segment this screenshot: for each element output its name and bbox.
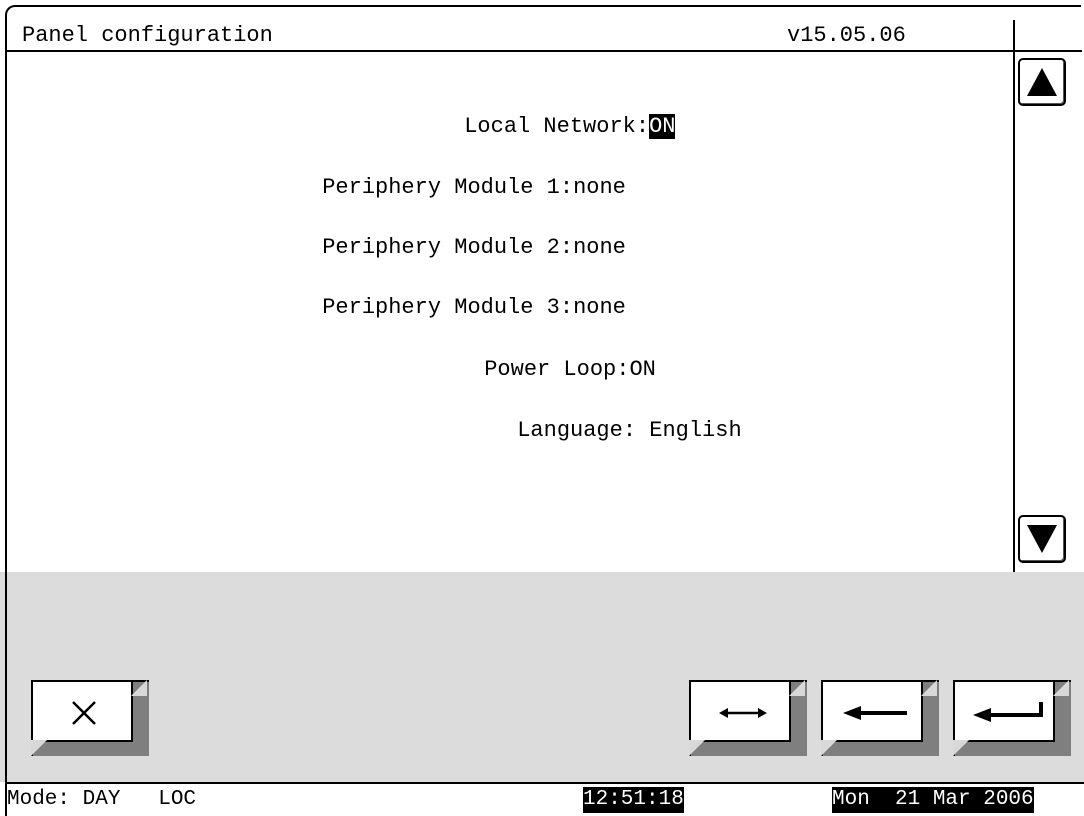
setting-value-selected[interactable]: ON	[649, 114, 676, 139]
title-bar: Panel configuration v15.05.06	[7, 20, 1082, 52]
setting-label: Local Network:	[464, 114, 650, 139]
scroll-up-button[interactable]	[1018, 58, 1066, 106]
clock-time: 12:51:18	[583, 787, 684, 813]
mode-status: Mode: DAY LOC	[7, 788, 197, 811]
soft-key-panel	[0, 572, 1084, 782]
toggle-button[interactable]	[689, 680, 807, 756]
setting-periphery-module-1[interactable]: Periphery Module 1:none	[243, 146, 626, 200]
title-divider	[1013, 20, 1015, 53]
status-bar: Mode: DAY LOC 12:51:18 Mon 21 Mar 2006	[7, 782, 1084, 816]
triangle-up-icon	[1027, 68, 1057, 96]
setting-value: none	[573, 235, 626, 260]
double-arrow-icon	[719, 708, 767, 718]
cancel-button[interactable]	[31, 680, 149, 756]
left-edge-line	[5, 572, 7, 816]
setting-periphery-module-2[interactable]: Periphery Module 2:none	[243, 206, 626, 260]
setting-value: none	[573, 175, 626, 200]
setting-label: Periphery Module 2:	[322, 235, 574, 260]
left-arrow-icon	[843, 706, 907, 720]
settings-list: Local Network:ON Periphery Module 1:none…	[7, 54, 1013, 572]
triangle-down-icon	[1027, 525, 1057, 553]
panel-screen: Panel configuration v15.05.06 Local Netw…	[0, 0, 1084, 816]
clock-date: Mon 21 Mar 2006	[832, 787, 1034, 813]
setting-label: Power Loop:	[484, 357, 630, 382]
setting-label: Periphery Module 3:	[322, 295, 574, 320]
enter-button[interactable]	[953, 680, 1071, 756]
setting-value: English	[636, 418, 742, 443]
setting-power-loop[interactable]: Power Loop:ON	[405, 328, 656, 382]
scrollbar[interactable]	[1013, 52, 1084, 572]
setting-local-network[interactable]: Local Network:ON	[385, 85, 676, 139]
setting-label: Language:	[517, 418, 637, 443]
setting-periphery-module-3[interactable]: Periphery Module 3:none	[243, 266, 626, 320]
setting-label: Periphery Module 1:	[322, 175, 574, 200]
firmware-version: v15.05.06	[787, 23, 906, 48]
scroll-down-button[interactable]	[1018, 515, 1066, 563]
setting-value: none	[573, 295, 626, 320]
enter-return-icon	[973, 702, 1043, 722]
back-button[interactable]	[821, 680, 939, 756]
close-x-icon	[72, 701, 96, 725]
setting-language[interactable]: Language: English	[438, 389, 741, 443]
page-title: Panel configuration	[22, 23, 273, 48]
setting-value: ON	[629, 357, 656, 382]
